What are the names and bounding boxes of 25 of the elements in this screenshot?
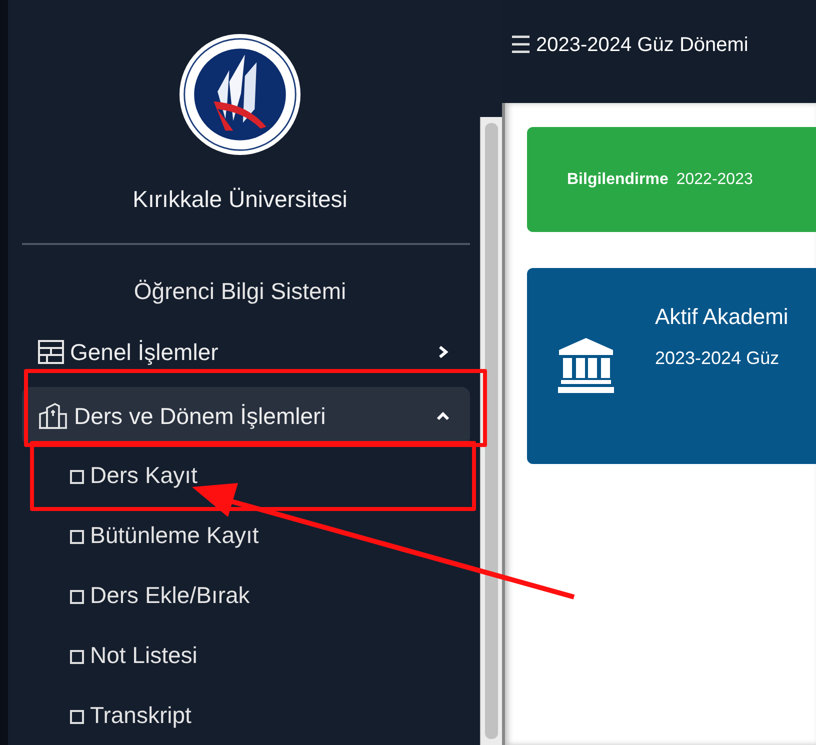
menu-item[interactable]: Genel İşlemler xyxy=(22,327,470,377)
alert-title: Bilgilendirme xyxy=(567,170,668,188)
square-icon xyxy=(70,470,84,484)
submenu-item[interactable]: Not Listesi xyxy=(90,642,198,668)
system-title: Öğrenci Bilgi Sistemi xyxy=(134,278,346,305)
university-name: Kırıkkale Üniversitesi xyxy=(132,186,348,213)
card-subtitle: 2023-2024 Güz xyxy=(655,348,780,369)
bank-icon xyxy=(557,336,615,394)
menu-icon[interactable]: ☰ xyxy=(510,31,532,60)
square-icon xyxy=(70,530,84,544)
menu-item[interactable]: Ders ve Dönem İşlemleri xyxy=(22,387,470,445)
square-icon xyxy=(70,590,84,604)
card-title: Aktif Akademi xyxy=(655,304,788,330)
submenu-item[interactable]: Transkript xyxy=(90,702,192,728)
chevron-right-icon xyxy=(436,345,450,359)
square-icon xyxy=(70,710,84,724)
chevron-up-icon xyxy=(436,409,450,423)
submenu-item[interactable]: Ders Kayıt xyxy=(90,462,198,488)
alert-text: 2022-2023 xyxy=(676,170,753,188)
submenu-item[interactable]: Ders Ekle/Bırak xyxy=(90,582,250,608)
table-icon xyxy=(38,340,64,364)
scrollbar[interactable] xyxy=(480,117,502,745)
term-title: 2023-2024 Güz Dönemi xyxy=(536,34,748,57)
square-icon xyxy=(70,650,84,664)
submenu-item[interactable]: Bütünleme Kayıt xyxy=(90,522,259,548)
